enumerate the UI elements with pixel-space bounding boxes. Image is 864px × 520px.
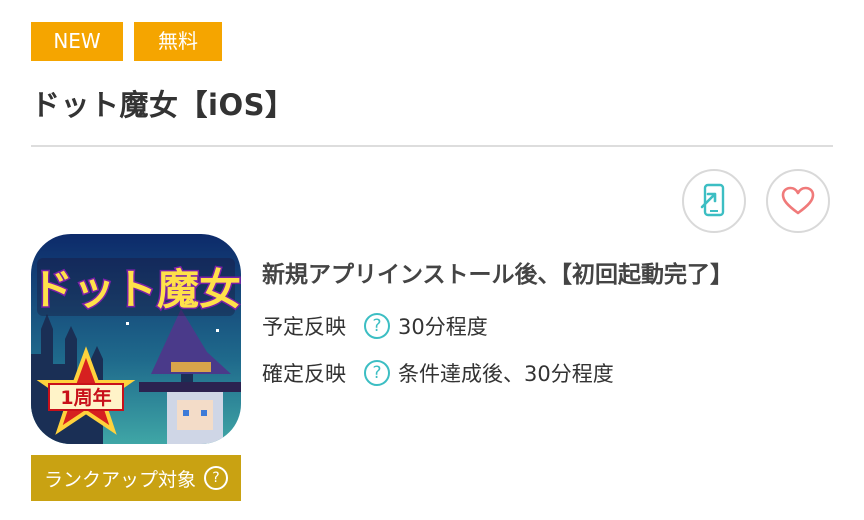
send-to-phone-button[interactable]: [682, 169, 746, 233]
row-label: 予定反映: [262, 315, 346, 339]
heart-outline-icon: [781, 186, 815, 215]
page-title: ドット魔女【iOS】: [31, 88, 295, 122]
row-value: 条件達成後、30分程度: [398, 362, 614, 386]
app-icon[interactable]: 1周年 ドット魔女: [31, 234, 241, 444]
favorite-button[interactable]: [766, 169, 830, 233]
badge-row: NEW 無料: [31, 22, 222, 61]
rank-up-label: ランクアップ対象: [43, 468, 196, 491]
app-logo-text: ドット魔女: [31, 265, 241, 314]
divider: [31, 145, 833, 147]
row-label: 確定反映: [262, 362, 346, 386]
free-badge: 無料: [134, 22, 222, 61]
help-icon[interactable]: ?: [364, 360, 390, 386]
scheduled-reflection-row: 予定反映 ? 30分程度: [262, 311, 488, 341]
rank-up-badge[interactable]: ランクアップ対象 ?: [31, 455, 241, 501]
new-badge: NEW: [31, 22, 123, 61]
help-icon[interactable]: ?: [364, 313, 390, 339]
confirmed-reflection-row: 確定反映 ? 条件達成後、30分程度: [262, 358, 614, 388]
anniversary-text: 1周年: [60, 386, 111, 409]
smartphone-arrow-icon: [700, 183, 725, 217]
help-icon[interactable]: ?: [204, 466, 228, 490]
condition-text: 新規アプリインストール後、【初回起動完了】: [262, 262, 734, 288]
row-value: 30分程度: [398, 315, 488, 339]
